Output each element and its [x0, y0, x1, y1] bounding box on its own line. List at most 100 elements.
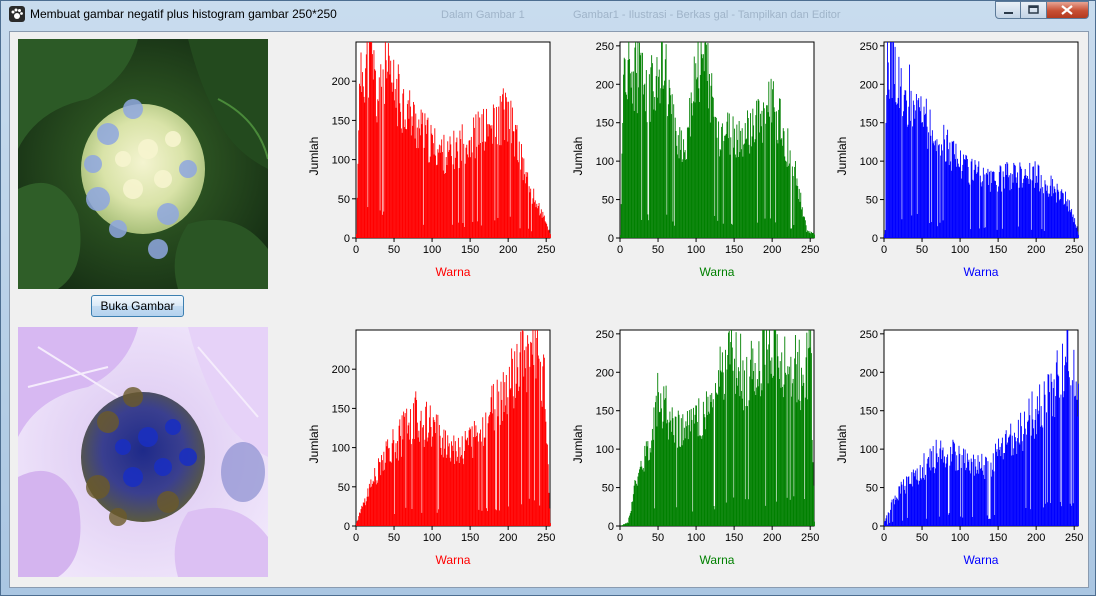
histogram-bar: [653, 407, 655, 526]
y-tick-label: 0: [872, 233, 878, 245]
x-tick-label: 200: [763, 532, 781, 544]
histogram-bar: [422, 112, 424, 238]
y-tick-label: 0: [872, 521, 878, 533]
y-tick-label: 200: [332, 76, 350, 88]
histogram-original-green: 0 50 100 150 200 250 0 50 100 150 200 250 Warna Jumla…: [571, 41, 819, 279]
minimize-icon: [1004, 12, 1013, 14]
histogram-bar: [1040, 175, 1042, 238]
histogram-bar: [435, 414, 437, 526]
x-tick-label: 150: [989, 244, 1007, 256]
maximize-button[interactable]: [1021, 1, 1047, 19]
background-window-title: Dalam Gambar 1: [441, 9, 525, 21]
x-tick-label: 50: [916, 532, 928, 544]
y-tick-label: 0: [344, 233, 350, 245]
y-axis-label: Jumlah: [571, 425, 585, 464]
histogram-bar: [493, 108, 495, 238]
histogram-bar: [724, 349, 726, 526]
y-tick-label: 50: [602, 195, 614, 207]
histogram-bar: [527, 343, 529, 526]
histogram-bar: [530, 188, 532, 238]
histogram-bar: [938, 456, 939, 526]
y-axis-label: Jumlah: [571, 137, 585, 176]
histogram-bar: [538, 358, 540, 526]
x-tick-label: 250: [1065, 244, 1083, 256]
histogram-bar: [814, 521, 815, 526]
histogram-bar: [673, 104, 675, 238]
histogram-bar: [730, 137, 732, 238]
y-tick-label: 250: [860, 329, 878, 341]
y-axis-label: Jumlah: [835, 425, 849, 464]
x-tick-label: 200: [763, 244, 781, 256]
histogram-bar: [420, 410, 422, 526]
x-axis-label: Warna: [964, 553, 999, 567]
y-tick-label: 150: [332, 115, 350, 127]
client-area: Buka Gambar 0 50 100 150 200 250 0 50 10…: [9, 31, 1089, 588]
histogram-bar: [814, 234, 815, 238]
x-tick-label: 150: [725, 532, 743, 544]
histogram-bar: [987, 461, 989, 526]
histogram-bar: [756, 100, 758, 238]
y-tick-label: 100: [332, 443, 350, 455]
histogram-bar: [961, 455, 963, 526]
histogram-bar: [774, 111, 776, 238]
x-tick-label: 0: [353, 244, 359, 256]
caption-buttons: [995, 1, 1089, 19]
y-tick-label: 150: [596, 406, 614, 418]
histogram-bar: [520, 331, 522, 526]
x-tick-label: 250: [1065, 532, 1083, 544]
histogram-bar: [1030, 179, 1031, 238]
x-tick-label: 50: [388, 532, 400, 544]
title-bar[interactable]: Membuat gambar negatif plus histogram ga…: [1, 1, 1095, 27]
histogram-bar: [813, 485, 815, 526]
x-tick-label: 150: [461, 244, 479, 256]
close-button[interactable]: [1047, 1, 1089, 19]
x-axis-label: Warna: [700, 553, 735, 567]
histogram-bar: [775, 330, 777, 526]
original-image: [18, 39, 268, 289]
y-tick-label: 100: [332, 155, 350, 167]
histogram-bar: [901, 484, 903, 526]
x-tick-label: 0: [881, 244, 887, 256]
x-tick-label: 0: [881, 532, 887, 544]
histogram-bar: [1078, 383, 1079, 526]
x-tick-label: 150: [725, 244, 743, 256]
histogram-bar: [1070, 385, 1072, 526]
x-tick-label: 200: [499, 532, 517, 544]
y-tick-label: 50: [602, 483, 614, 495]
histogram-bar: [900, 68, 902, 239]
histogram-original-red: 0 50 100 150 200 250 0 50 100 150 200 Warna Jumlah: [307, 41, 555, 279]
y-tick-label: 250: [596, 41, 614, 53]
y-tick-label: 50: [338, 482, 350, 494]
x-tick-label: 50: [916, 244, 928, 256]
background-window-title: Gambar1 - Ilustrasi - Berkas gal - Tampi…: [573, 9, 841, 21]
y-tick-label: 0: [344, 521, 350, 533]
histogram-bar: [550, 523, 551, 526]
histogram-bar: [1068, 377, 1070, 526]
histogram-bar: [789, 150, 791, 238]
histogram-bar: [959, 453, 961, 526]
x-tick-label: 50: [652, 244, 664, 256]
x-tick-label: 100: [687, 244, 705, 256]
y-tick-label: 50: [866, 195, 878, 207]
histogram-negative-red: 0 50 100 150 200 250 0 50 100 150 200 Warna Jumlah: [307, 329, 555, 567]
open-image-button[interactable]: Buka Gambar: [91, 295, 184, 317]
maximize-icon: [1028, 5, 1039, 14]
x-tick-label: 150: [989, 532, 1007, 544]
x-tick-label: 100: [687, 532, 705, 544]
y-tick-label: 250: [860, 41, 878, 53]
paw-app-icon: [9, 6, 25, 22]
minimize-button[interactable]: [995, 1, 1021, 19]
x-tick-label: 250: [801, 532, 819, 544]
histogram-bar: [982, 167, 984, 238]
histogram-negative-blue: 0 50 100 150 200 250 0 50 100 150 200 250 Warna Jumla…: [835, 329, 1083, 567]
x-tick-label: 200: [1027, 244, 1045, 256]
x-tick-label: 0: [617, 532, 623, 544]
histogram-negative-green: 0 50 100 150 200 250 0 50 100 150 200 250 Warna Jumla…: [571, 329, 819, 567]
x-tick-label: 200: [499, 244, 517, 256]
histogram-bar: [518, 141, 520, 238]
histogram-bar: [498, 391, 500, 526]
y-tick-label: 150: [860, 406, 878, 418]
x-tick-label: 250: [537, 532, 555, 544]
x-axis-label: Warna: [436, 265, 471, 279]
histogram-bar: [691, 419, 693, 526]
